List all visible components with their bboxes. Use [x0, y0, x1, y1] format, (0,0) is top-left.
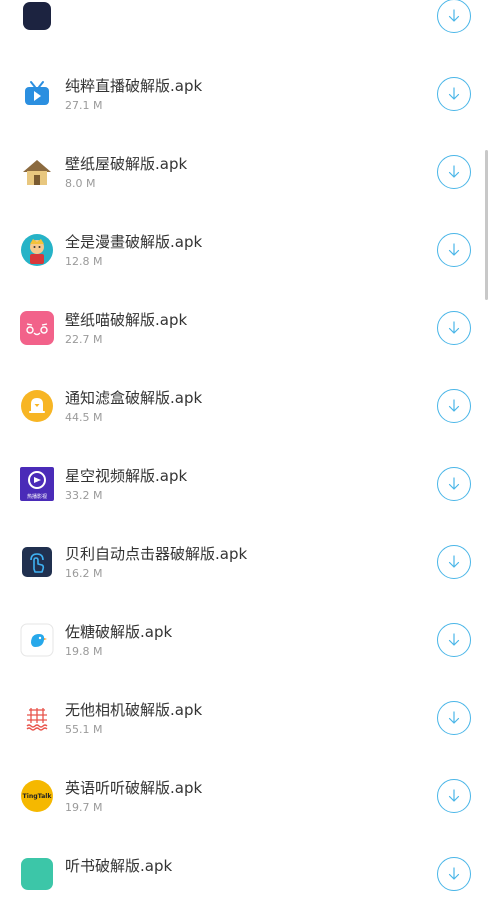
tap-finger-icon	[20, 545, 54, 579]
download-button[interactable]	[437, 0, 471, 33]
list-item[interactable]: 全是漫畫破解版.apk 12.8 M	[0, 211, 491, 289]
cat-face-icon	[20, 311, 54, 345]
list-item[interactable]: 贝利自动点击器破解版.apk 16.2 M	[0, 523, 491, 601]
bell-icon	[20, 389, 54, 423]
download-arrow-icon	[448, 243, 460, 256]
download-button[interactable]	[437, 545, 471, 579]
file-name: 壁纸屋破解版.apk	[65, 155, 188, 173]
download-button[interactable]	[437, 77, 471, 111]
download-button[interactable]	[437, 467, 471, 501]
file-name: 全是漫畫破解版.apk	[65, 233, 203, 251]
list-item[interactable]: 佐糖破解版.apk 19.8 M	[0, 601, 491, 679]
list-item[interactable]: 热播影视 星空视频解版.apk 33.2 M	[0, 445, 491, 523]
file-size: 33.2 M	[65, 489, 103, 502]
download-button[interactable]	[437, 857, 471, 891]
download-arrow-icon	[448, 321, 460, 334]
file-name: 听书破解版.apk	[65, 857, 173, 875]
download-button[interactable]	[437, 779, 471, 813]
list-item[interactable]: 壁纸屋破解版.apk 8.0 M	[0, 133, 491, 211]
file-size: 8.0 M	[65, 177, 96, 190]
list-item[interactable]: 无他相机破解版.apk 55.1 M	[0, 679, 491, 757]
list-item[interactable]	[0, 0, 491, 55]
download-button[interactable]	[437, 389, 471, 423]
file-size: 22.7 M	[65, 333, 103, 346]
apk-file-list: 纯粹直播破解版.apk 27.1 M 壁纸屋破解版.apk 8.0 M 全是漫畫…	[0, 0, 491, 913]
partial-top-icon	[20, 0, 54, 33]
comic-character-icon	[20, 233, 54, 267]
partial-bottom-icon	[20, 857, 54, 891]
download-arrow-icon	[448, 9, 460, 22]
tingting-icon-label: TingTalk	[22, 793, 52, 800]
download-arrow-icon	[448, 711, 460, 724]
starry-icon-label: 热播影视	[27, 493, 47, 500]
download-arrow-icon	[448, 477, 460, 490]
house-icon	[20, 155, 54, 189]
list-item[interactable]: TingTalk 英语听听破解版.apk 19.7 M	[0, 757, 491, 835]
download-button[interactable]	[437, 623, 471, 657]
download-arrow-icon	[448, 555, 460, 568]
file-name: 纯粹直播破解版.apk	[65, 77, 203, 95]
file-size: 44.5 M	[65, 411, 103, 424]
scrollbar[interactable]	[485, 150, 488, 300]
file-size: 27.1 M	[65, 99, 103, 112]
tingting-icon: TingTalk	[20, 779, 54, 813]
download-arrow-icon	[448, 165, 460, 178]
download-arrow-icon	[448, 633, 460, 646]
file-size: 55.1 M	[65, 723, 103, 736]
file-name: 通知滤盒破解版.apk	[65, 389, 203, 407]
candy-bird-icon	[20, 623, 54, 657]
camera-grid-icon	[20, 701, 54, 735]
starry-video-icon: 热播影视	[20, 467, 54, 501]
file-name: 贝利自动点击器破解版.apk	[65, 545, 248, 563]
download-button[interactable]	[437, 233, 471, 267]
tv-icon	[20, 77, 54, 111]
download-arrow-icon	[448, 399, 460, 412]
list-item[interactable]: 听书破解版.apk	[0, 835, 491, 913]
download-button[interactable]	[437, 155, 471, 189]
file-name: 壁纸喵破解版.apk	[65, 311, 188, 329]
file-size: 16.2 M	[65, 567, 103, 580]
list-item[interactable]: 纯粹直播破解版.apk 27.1 M	[0, 55, 491, 133]
file-name: 无他相机破解版.apk	[65, 701, 203, 719]
file-size: 12.8 M	[65, 255, 103, 268]
file-name: 星空视频解版.apk	[65, 467, 188, 485]
file-name: 佐糖破解版.apk	[65, 623, 173, 641]
download-arrow-icon	[448, 789, 460, 802]
file-size: 19.7 M	[65, 801, 103, 814]
download-button[interactable]	[437, 701, 471, 735]
download-arrow-icon	[448, 87, 460, 100]
list-item[interactable]: 壁纸喵破解版.apk 22.7 M	[0, 289, 491, 367]
download-button[interactable]	[437, 311, 471, 345]
list-item[interactable]: 通知滤盒破解版.apk 44.5 M	[0, 367, 491, 445]
download-arrow-icon	[448, 867, 460, 880]
file-size: 19.8 M	[65, 645, 103, 658]
file-name: 英语听听破解版.apk	[65, 779, 203, 797]
